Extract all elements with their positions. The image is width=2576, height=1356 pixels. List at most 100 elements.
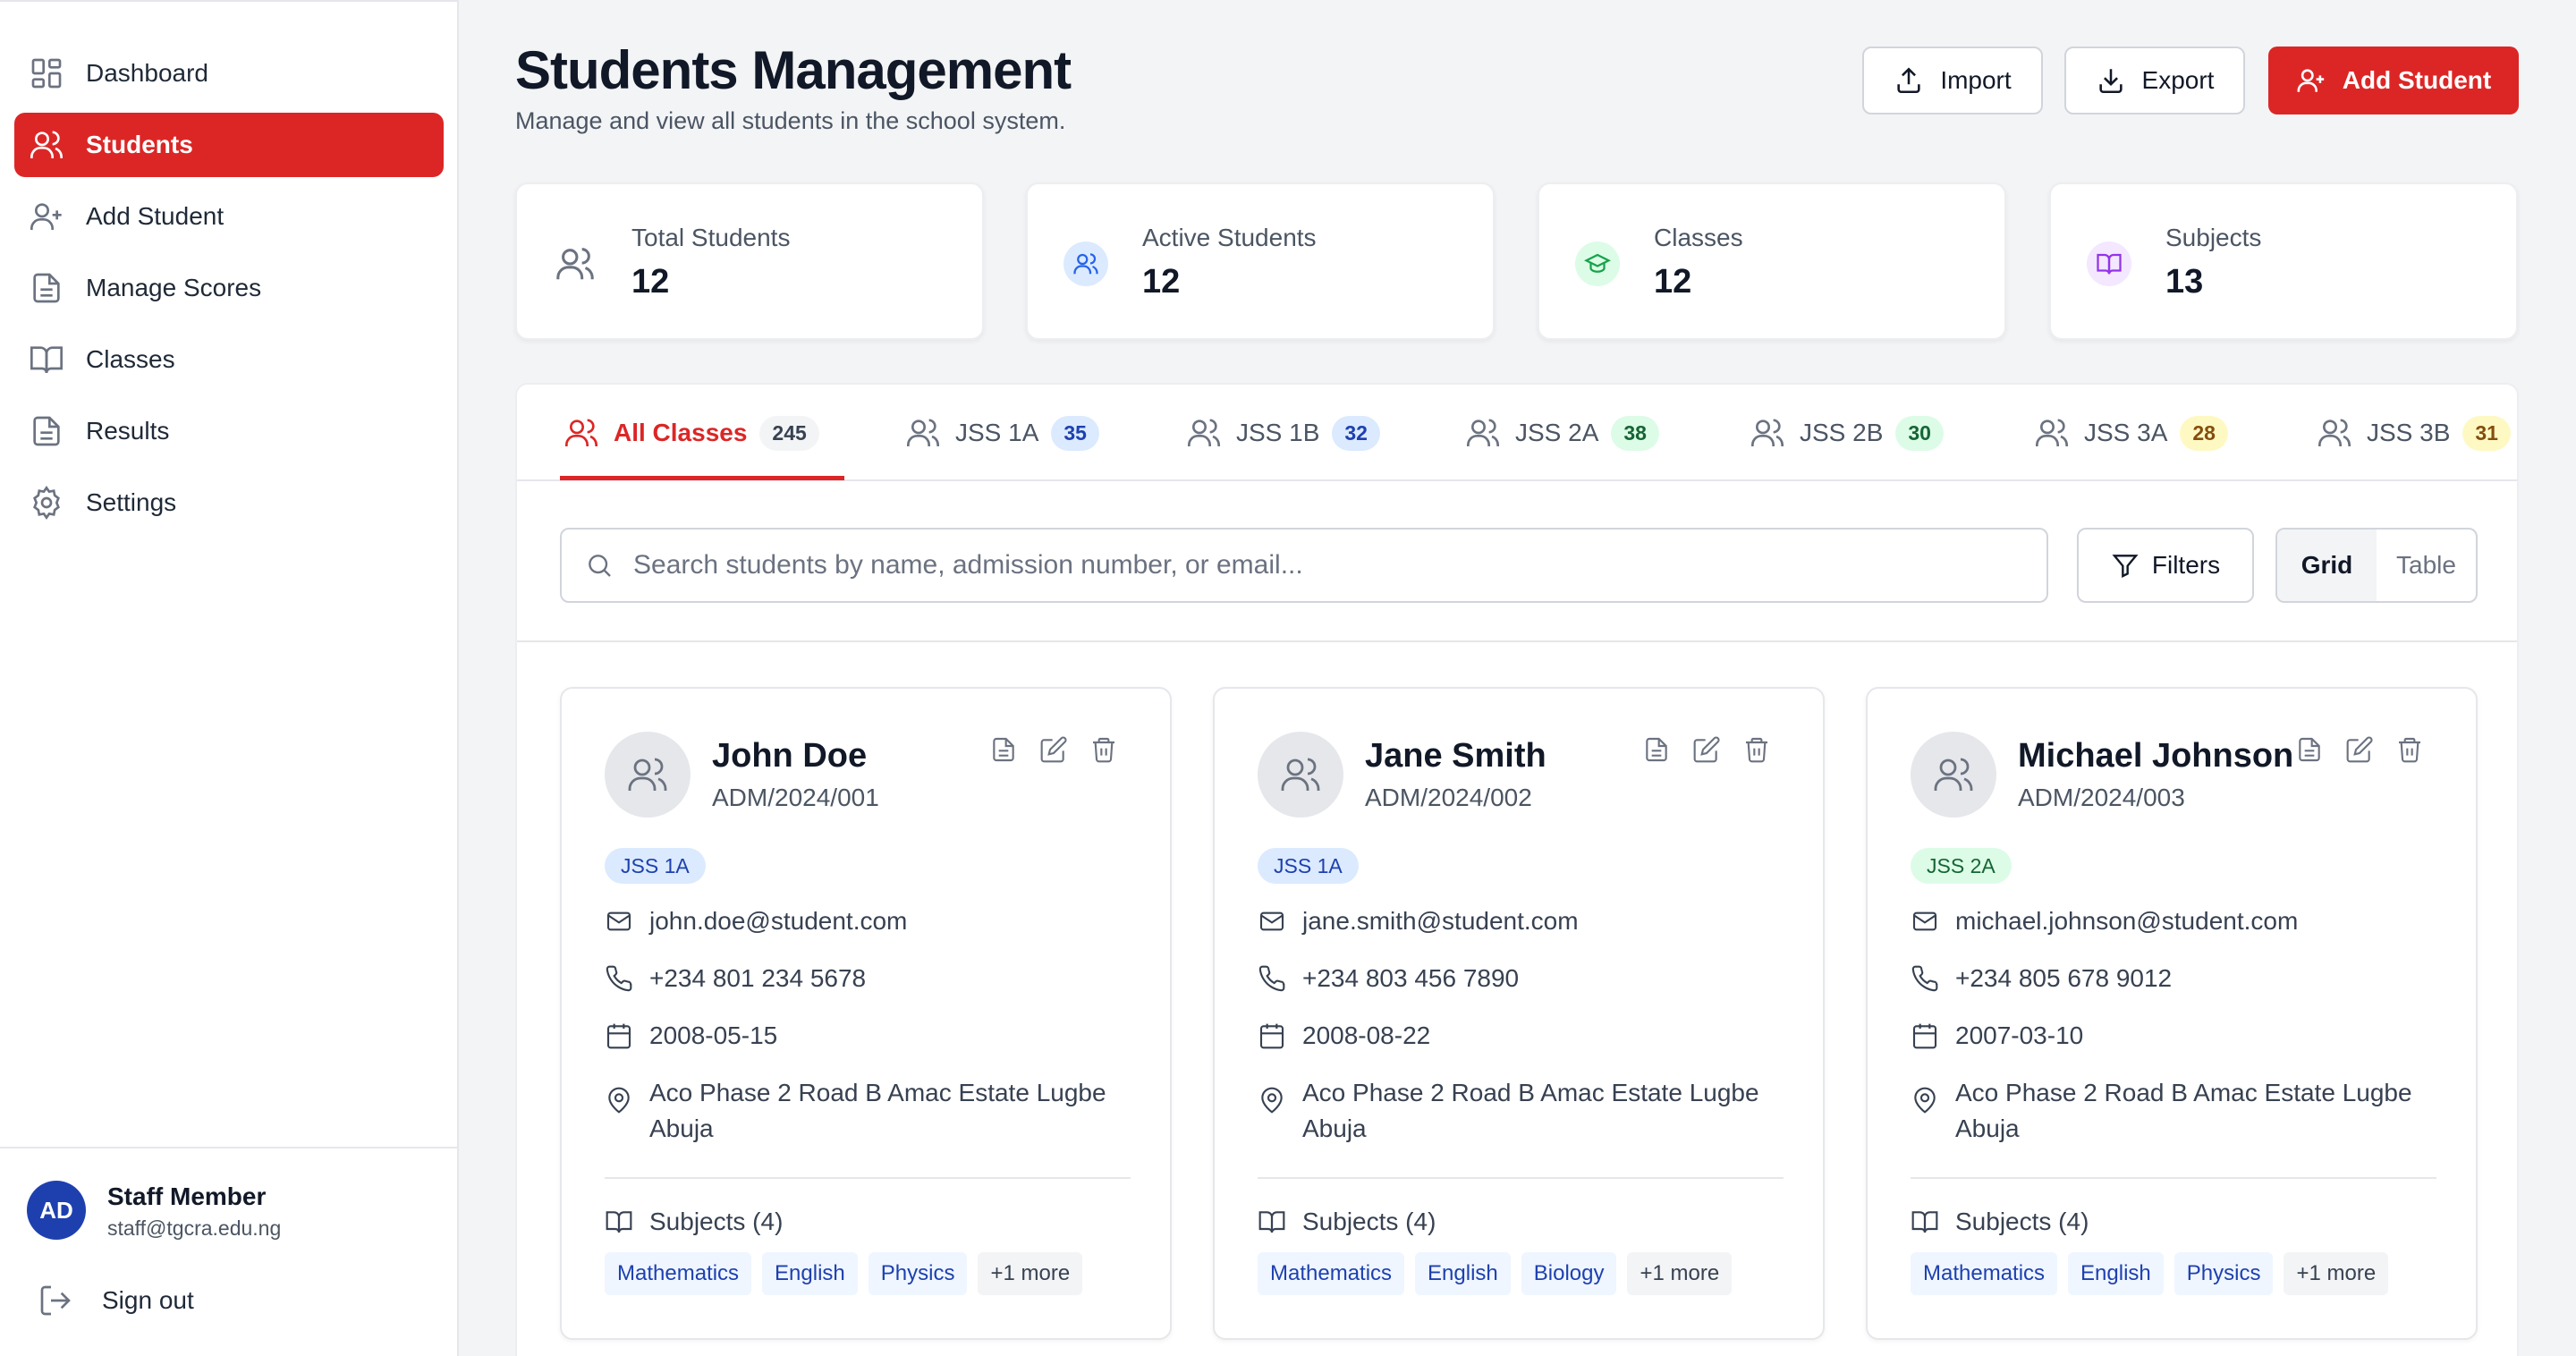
subject-chip: Physics	[868, 1252, 968, 1295]
book-icon	[30, 346, 63, 374]
user-name: Staff Member	[107, 1182, 267, 1210]
email-row: jane.smith@student.com	[1258, 907, 1579, 936]
delete-icon[interactable]	[2395, 735, 2424, 764]
export-label: Export	[2141, 66, 2215, 94]
class-badge: JSS 1A	[605, 848, 706, 884]
gear-icon	[33, 485, 60, 521]
table-view-button[interactable]: Table	[2377, 530, 2476, 601]
sidebar-item-label: Dashboard	[86, 59, 208, 87]
subject-chip: Mathematics	[1911, 1252, 2058, 1295]
subjects-header: Subjects (4)	[1911, 1208, 2089, 1236]
tab-all-classes[interactable]: All Classes 245	[564, 385, 819, 481]
users-icon	[907, 419, 939, 446]
sidebar-item-dashboard[interactable]: Dashboard	[14, 41, 444, 106]
sidebar-item-classes[interactable]: Classes	[14, 327, 444, 392]
subjects-label: Subjects (4)	[649, 1208, 784, 1235]
view-document-icon[interactable]	[989, 735, 1018, 764]
sidebar-item-label: Settings	[86, 488, 177, 516]
student-card[interactable]: John Doe ADM/2024/001 JSS 1A john.doe@st…	[560, 687, 1172, 1340]
card-actions	[1621, 735, 1771, 764]
sign-out-button[interactable]: Sign out	[38, 1275, 194, 1326]
subject-chips: Mathematics English Physics +1 more	[1911, 1252, 2399, 1295]
card-divider	[1258, 1177, 1784, 1179]
subject-chip: English	[762, 1252, 858, 1295]
sidebar-item-add-student[interactable]: Add Student	[14, 184, 444, 249]
tab-label: JSS 2B	[1800, 419, 1884, 446]
subjects-label: Subjects (4)	[1302, 1208, 1436, 1235]
edit-icon[interactable]	[2345, 735, 2374, 764]
search-input[interactable]	[633, 538, 2046, 592]
student-address: Aco Phase 2 Road B Amac Estate Lugbe Abu…	[1955, 1079, 2412, 1142]
sidebar-item-results[interactable]: Results	[14, 399, 444, 463]
tab-jss-1b[interactable]: JSS 1B 32	[1186, 385, 1380, 481]
sidebar-nav: Dashboard Students Add Student Manage Sc…	[14, 41, 444, 542]
users-icon	[1281, 758, 1320, 791]
tab-jss-1a[interactable]: JSS 1A 35	[905, 385, 1099, 481]
tab-jss-3b[interactable]: JSS 3B 31	[2317, 385, 2511, 481]
sidebar-item-manage-scores[interactable]: Manage Scores	[14, 256, 444, 320]
tab-label: JSS 3A	[2084, 419, 2168, 446]
subject-chip: English	[2068, 1252, 2164, 1295]
phone-icon	[1911, 965, 1938, 992]
export-button[interactable]: Export	[2064, 47, 2245, 114]
sidebar-item-students[interactable]: Students	[14, 113, 444, 177]
tab-count-badge: 32	[1332, 415, 1380, 451]
add-student-button[interactable]: Add Student	[2268, 47, 2519, 114]
users-icon	[628, 758, 667, 791]
subject-chip: Mathematics	[1258, 1252, 1405, 1295]
card-divider	[1911, 1177, 2436, 1179]
sign-out-label: Sign out	[102, 1286, 194, 1314]
stat-card-classes: Classes 12	[1538, 182, 2006, 340]
delete-icon[interactable]	[1742, 735, 1771, 764]
edit-icon[interactable]	[1692, 735, 1721, 764]
tab-count-badge: 31	[2462, 415, 2511, 451]
users-icon	[565, 419, 597, 446]
map-pin-icon	[608, 1087, 630, 1114]
student-card[interactable]: Michael Johnson ADM/2024/003 JSS 2A mich…	[1866, 687, 2478, 1340]
address-row: Aco Phase 2 Road B Amac Estate Lugbe Abu…	[1911, 1079, 2456, 1147]
email-row: michael.johnson@student.com	[1911, 907, 2298, 936]
dob-row: 2008-08-22	[1258, 1021, 1430, 1050]
edit-icon[interactable]	[1039, 735, 1068, 764]
student-dob: 2008-08-22	[1302, 1021, 1431, 1049]
document-icon	[33, 273, 60, 303]
student-card[interactable]: Jane Smith ADM/2024/002 JSS 1A jane.smit…	[1213, 687, 1825, 1340]
users-icon	[1751, 419, 1784, 446]
student-email: jane.smith@student.com	[1302, 907, 1579, 935]
sidebar-footer: AD Staff Member staff@tgcra.edu.ng Sign …	[0, 1147, 457, 1356]
student-address: Aco Phase 2 Road B Amac Estate Lugbe Abu…	[1302, 1079, 1759, 1142]
stat-card-subjects: Subjects 13	[2049, 182, 2518, 340]
calendar-icon	[1259, 1023, 1284, 1049]
users-icon	[30, 131, 63, 158]
student-address: Aco Phase 2 Road B Amac Estate Lugbe Abu…	[649, 1079, 1106, 1142]
filters-button[interactable]: Filters	[2077, 528, 2254, 603]
avatar	[1258, 732, 1343, 818]
mail-icon	[606, 911, 631, 931]
stat-label: Subjects	[2165, 224, 2262, 251]
tab-label: JSS 2A	[1515, 419, 1599, 446]
avatar[interactable]: AD	[27, 1181, 86, 1240]
address-row: Aco Phase 2 Road B Amac Estate Lugbe Abu…	[605, 1079, 1150, 1147]
more-subjects-chip[interactable]: +1 more	[2284, 1252, 2389, 1295]
sidebar-item-settings[interactable]: Settings	[14, 470, 444, 535]
grid-view-button[interactable]: Grid	[2277, 530, 2377, 601]
more-subjects-chip[interactable]: +1 more	[978, 1252, 1083, 1295]
tab-jss-2b[interactable]: JSS 2B 30	[1750, 385, 1944, 481]
tab-jss-2a[interactable]: JSS 2A 38	[1465, 385, 1659, 481]
delete-icon[interactable]	[1089, 735, 1118, 764]
view-document-icon[interactable]	[2295, 735, 2324, 764]
import-button[interactable]: Import	[1862, 47, 2043, 114]
more-subjects-chip[interactable]: +1 more	[1627, 1252, 1733, 1295]
sidebar-item-label: Results	[86, 417, 170, 445]
search-box	[560, 528, 2048, 603]
mail-icon	[1259, 911, 1284, 931]
active-tab-indicator	[560, 476, 844, 480]
page-title: Students Management	[515, 40, 1072, 100]
tab-jss-3a[interactable]: JSS 3A 28	[2034, 385, 2228, 481]
view-document-icon[interactable]	[1642, 735, 1671, 764]
page-subtitle: Manage and view all students in the scho…	[515, 107, 1066, 134]
tab-count-badge: 28	[2180, 415, 2228, 451]
calendar-icon	[1912, 1023, 1937, 1049]
sign-out-icon	[40, 1285, 71, 1316]
stat-label: Active Students	[1142, 224, 1317, 251]
